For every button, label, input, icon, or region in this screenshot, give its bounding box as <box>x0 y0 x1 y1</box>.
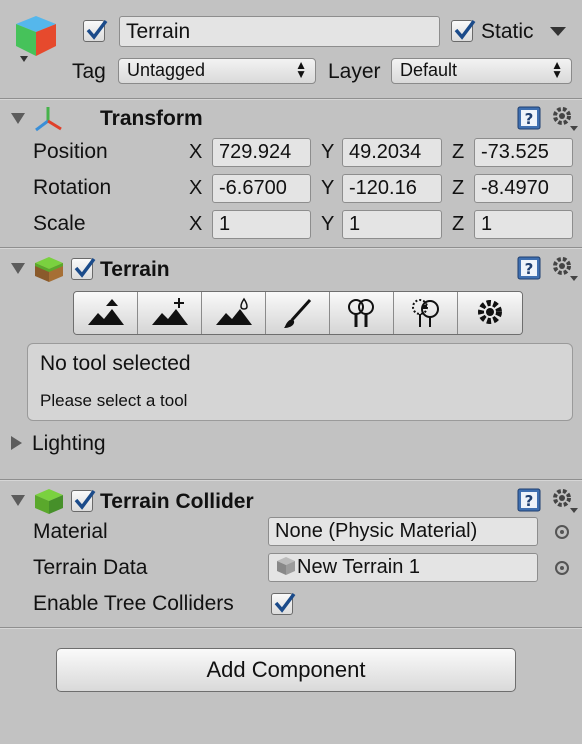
position-label: Position <box>33 140 108 163</box>
gear-icon[interactable] <box>550 104 578 131</box>
lighting-foldout-icon[interactable] <box>11 436 22 450</box>
svg-text:?: ? <box>525 110 534 128</box>
terrain-data-label: Terrain Data <box>33 556 148 579</box>
scale-label: Scale <box>33 212 86 235</box>
help-icon[interactable]: ? <box>517 256 541 280</box>
tag-dropdown[interactable]: Untagged ▲ ▼ <box>118 58 316 84</box>
updown-icon: ▲ ▼ <box>551 58 563 81</box>
smooth-height-button[interactable] <box>202 292 266 334</box>
paint-texture-button[interactable] <box>266 292 330 334</box>
axis-x-label[interactable]: X <box>189 176 202 200</box>
transform-icon <box>33 104 63 134</box>
scale-x-field[interactable]: 1 <box>212 210 311 239</box>
help-box-text: Please select a tool <box>40 391 188 410</box>
tag-value: Untagged <box>127 60 206 80</box>
collider-enabled-checkbox[interactable] <box>71 489 96 512</box>
paint-texture-icon <box>284 298 312 328</box>
terrain-component-icon <box>33 254 65 284</box>
rotation-y-field[interactable]: -120.16 <box>342 174 442 203</box>
object-picker-icon[interactable] <box>555 525 569 539</box>
axis-x-label[interactable]: X <box>189 212 202 236</box>
object-picker-icon[interactable] <box>555 561 569 575</box>
transform-title: Transform <box>100 107 203 130</box>
help-box-title: No tool selected <box>40 352 191 375</box>
material-field[interactable]: None (Physic Material) <box>268 517 538 546</box>
axis-y-label[interactable]: Y <box>321 212 334 236</box>
divider <box>0 480 582 481</box>
layer-value: Default <box>400 60 458 80</box>
paint-details-button[interactable] <box>394 292 458 334</box>
layer-label: Layer <box>328 60 381 83</box>
object-name-input[interactable]: Terrain <box>119 16 440 47</box>
axis-y-label[interactable]: Y <box>321 140 334 164</box>
material-label: Material <box>33 520 108 543</box>
svg-text:?: ? <box>525 260 534 278</box>
scale-y-field[interactable]: 1 <box>342 210 442 239</box>
place-trees-icon <box>348 299 374 327</box>
terrain-toolbar <box>73 291 523 335</box>
gear-icon[interactable] <box>550 486 578 513</box>
updown-icon: ▲ ▼ <box>295 58 307 81</box>
terrain-settings-icon <box>478 300 502 324</box>
axis-x-label[interactable]: X <box>189 140 202 164</box>
transform-foldout-icon[interactable] <box>11 113 25 124</box>
help-icon[interactable]: ? <box>517 106 541 130</box>
terrain-data-field[interactable]: New Terrain 1 <box>268 553 538 582</box>
help-icon[interactable]: ? <box>517 488 541 512</box>
svg-text:?: ? <box>525 492 534 510</box>
terrain-collider-icon <box>33 486 65 516</box>
gear-icon[interactable] <box>550 254 578 281</box>
add-component-button[interactable]: Add Component <box>56 648 516 692</box>
collider-foldout-icon[interactable] <box>11 495 25 506</box>
place-trees-button[interactable] <box>330 292 394 334</box>
terrain-data-icon <box>277 557 295 575</box>
terrain-data-value: New Terrain 1 <box>297 556 421 578</box>
tool-help-box: No tool selected Please select a tool <box>27 343 573 421</box>
active-checkbox[interactable] <box>83 19 108 42</box>
axis-z-label[interactable]: Z <box>452 212 464 236</box>
lighting-label[interactable]: Lighting <box>32 432 106 456</box>
terrain-title: Terrain <box>100 258 170 281</box>
terrain-foldout-icon[interactable] <box>11 263 25 274</box>
rotation-x-field[interactable]: -6.6700 <box>212 174 311 203</box>
axis-z-label[interactable]: Z <box>452 176 464 200</box>
static-checkbox[interactable] <box>451 19 476 42</box>
terrain-enabled-checkbox[interactable] <box>71 257 96 280</box>
static-label: Static <box>481 20 534 43</box>
raise-lower-terrain-button[interactable] <box>74 292 138 334</box>
position-x-field[interactable]: 729.924 <box>212 138 311 167</box>
layer-dropdown[interactable]: Default ▲ ▼ <box>391 58 572 84</box>
paint-details-icon <box>412 299 439 327</box>
tag-label: Tag <box>72 60 106 83</box>
divider <box>0 99 582 100</box>
divider <box>0 628 582 629</box>
tree-colliders-label: Enable Tree Colliders <box>33 592 234 615</box>
axis-z-label[interactable]: Z <box>452 140 464 164</box>
scale-z-field[interactable]: 1 <box>474 210 573 239</box>
static-dropdown-icon[interactable] <box>550 27 566 36</box>
raise-lower-terrain-icon <box>88 299 124 325</box>
collider-title: Terrain Collider <box>100 490 254 513</box>
gameobject-icon[interactable] <box>12 12 60 64</box>
axis-y-label[interactable]: Y <box>321 176 334 200</box>
position-z-field[interactable]: -73.525 <box>474 138 573 167</box>
terrain-settings-button[interactable] <box>458 292 522 334</box>
rotation-z-field[interactable]: -8.4970 <box>474 174 573 203</box>
position-y-field[interactable]: 49.2034 <box>342 138 442 167</box>
paint-height-icon <box>152 298 188 325</box>
rotation-label: Rotation <box>33 176 112 199</box>
paint-height-button[interactable] <box>138 292 202 334</box>
divider <box>0 248 582 249</box>
smooth-height-icon <box>216 297 252 325</box>
tree-colliders-checkbox[interactable] <box>271 592 296 615</box>
